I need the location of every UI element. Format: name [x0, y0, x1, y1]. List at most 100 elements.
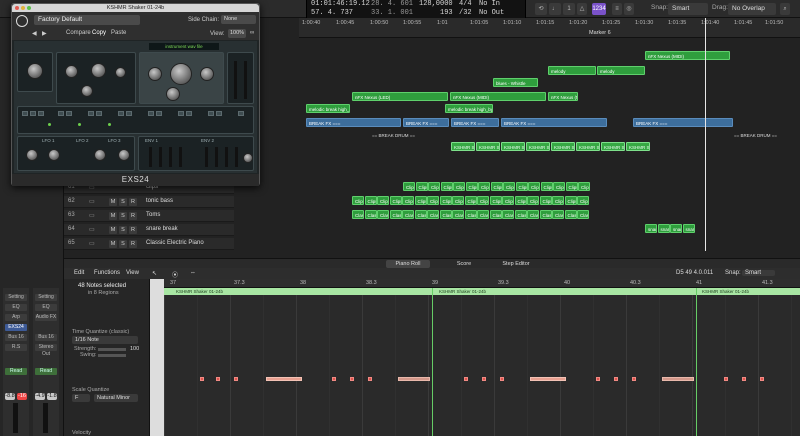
env2-sustain[interactable]: [225, 147, 228, 167]
prev-preset-icon[interactable]: ◀: [32, 30, 37, 37]
region-shaker[interactable]: KSHMR Sha: [526, 142, 550, 151]
strength-slider[interactable]: [98, 348, 126, 351]
region-clip[interactable]: Classic Ele: [502, 210, 514, 219]
strip1-send[interactable]: Bus 16: [5, 334, 27, 341]
region-clip[interactable]: Classic Ele: [464, 210, 477, 219]
region-clip[interactable]: Classic Ele: [389, 210, 402, 219]
midi-note[interactable]: [350, 377, 354, 381]
mod-slot[interactable]: [96, 111, 102, 116]
region-clip[interactable]: Classic Ele: [489, 210, 502, 219]
region-nexus-top[interactable]: nFX Nexus (MIDI): [645, 51, 730, 60]
region-break-fx[interactable]: BREAK FX ===: [403, 118, 449, 127]
region-clip[interactable]: snare: [645, 224, 657, 233]
region-clip[interactable]: Clips: [452, 196, 464, 205]
solo-button[interactable]: S: [119, 240, 127, 248]
strip1-arp[interactable]: Arp: [5, 314, 27, 321]
strip2-automation[interactable]: Read: [35, 368, 57, 375]
track-header[interactable]: 63 ▭ M S R Toms: [64, 210, 234, 222]
midi-note[interactable]: [632, 377, 636, 381]
mod-slot[interactable]: [126, 111, 132, 116]
view-menu[interactable]: View: [126, 270, 139, 276]
functions-menu[interactable]: Functions: [94, 270, 120, 276]
region-clip[interactable]: Classic Ele: [527, 210, 539, 219]
tab-step-editor[interactable]: Step Editor: [494, 260, 538, 268]
region-clip[interactable]: Classic Ele: [414, 210, 427, 219]
region-clip[interactable]: Clips: [577, 196, 589, 205]
strip1-eq[interactable]: EQ: [5, 304, 27, 311]
region-shaker[interactable]: KSHMR Sha: [451, 142, 475, 151]
midi-note[interactable]: [662, 377, 694, 381]
piano-keyboard[interactable]: [150, 279, 164, 436]
region-nexus[interactable]: nFX Nexus (LED): [352, 92, 448, 101]
record-enable-button[interactable]: R: [129, 240, 137, 248]
midi-note[interactable]: [200, 377, 204, 381]
region-clip[interactable]: Classic Ele: [577, 210, 589, 219]
instrument-screen[interactable]: instrument wav file: [149, 43, 219, 50]
region-shaker[interactable]: KSHMR Sha: [501, 142, 525, 151]
region-bar[interactable]: KSHMR Shaker 01-24b KSHMR Shaker 01-24b …: [164, 288, 800, 295]
track-header[interactable]: 65 ▭ M S R Classic Electric Piano: [64, 238, 234, 250]
mod-slot[interactable]: [156, 111, 162, 116]
env1-sustain[interactable]: [169, 147, 172, 167]
track-name[interactable]: tonic bass: [146, 198, 173, 204]
midi-note[interactable]: [398, 377, 430, 381]
region-clip[interactable]: Clips: [403, 182, 415, 191]
mod-slot[interactable]: [208, 111, 214, 116]
piano-roll-grid[interactable]: 37 37.3 38 38.3 39 39.3 40 40.3 41 41.3 …: [164, 279, 800, 436]
main-cutoff-knob[interactable]: [170, 63, 192, 85]
timeline-ruler[interactable]: 1:00:40 1:00:45 1:00:50 1:00:55 1:01 1:0…: [299, 18, 800, 38]
track-name[interactable]: snare break: [146, 226, 178, 232]
env1-decay[interactable]: [159, 147, 162, 167]
zoom-icon[interactable]: ⌕: [780, 3, 790, 15]
region-clip[interactable]: Clips: [540, 182, 553, 191]
filter-env-knob[interactable]: [148, 67, 162, 81]
strip2-setting[interactable]: Setting: [35, 294, 57, 301]
compare-button[interactable]: Compare: [66, 30, 91, 36]
badge-counter[interactable]: 1234: [592, 3, 606, 15]
region-clip[interactable]: Clips: [527, 196, 539, 205]
mute-button[interactable]: M: [109, 198, 117, 206]
exs24-plugin-window[interactable]: KSHMR Shaker 01-24b Factory Default Comp…: [11, 3, 260, 186]
editor-snap-select[interactable]: Smart: [742, 270, 776, 276]
track-name[interactable]: Classic Electric Piano: [146, 240, 204, 246]
region-shaker[interactable]: KSHMR Sha: [551, 142, 575, 151]
solo-button[interactable]: S: [119, 212, 127, 220]
view-select[interactable]: 100%: [228, 29, 246, 38]
link-icon[interactable]: ∞: [250, 30, 254, 36]
midi-note[interactable]: [500, 377, 504, 381]
midi-note[interactable]: [596, 377, 600, 381]
midi-note[interactable]: [760, 377, 764, 381]
mod-slot[interactable]: [118, 111, 124, 116]
region-clip[interactable]: Clips: [515, 182, 528, 191]
strip1-automation[interactable]: Read: [5, 368, 27, 375]
region-clip[interactable]: snare: [682, 224, 695, 233]
midi-in-icon[interactable]: ⦿: [172, 270, 178, 279]
mod-slot[interactable]: [238, 111, 244, 116]
region-nexus[interactable]: nFX Nexus (MIDI): [450, 92, 546, 101]
region-shaker[interactable]: KSHMR Sha: [576, 142, 600, 151]
region-clip[interactable]: Classic Ele: [514, 210, 527, 219]
region-clip[interactable]: Classic Ele: [377, 210, 389, 219]
resonance-knob[interactable]: [91, 63, 106, 78]
loops-icon[interactable]: ◎: [624, 3, 634, 15]
count-in-button[interactable]: 1: [563, 3, 575, 15]
region-clip[interactable]: Clips: [464, 196, 477, 205]
track-header[interactable]: 64 ▭ M S R snare break: [64, 224, 234, 236]
region-clip[interactable]: Clips: [565, 182, 578, 191]
drag-select[interactable]: No Overlap: [728, 3, 776, 15]
mod-slot[interactable]: [178, 111, 184, 116]
env2-release[interactable]: [235, 147, 238, 167]
region-clip[interactable]: Clips: [428, 182, 440, 191]
region-clip[interactable]: Clips: [465, 182, 478, 191]
lfo2-rate-knob[interactable]: [94, 149, 106, 161]
region-clip[interactable]: Clips: [415, 182, 428, 191]
region-shaker[interactable]: KSHMR Sha: [476, 142, 500, 151]
copy-button[interactable]: Copy: [92, 30, 106, 36]
pointer-tool-icon[interactable]: ↖: [152, 270, 157, 277]
tab-score[interactable]: Score: [444, 260, 484, 268]
env1-attack[interactable]: [149, 147, 152, 167]
midi-note[interactable]: [332, 377, 336, 381]
next-preset-icon[interactable]: ▶: [42, 30, 47, 37]
region-nexus[interactable]: nFX Nexus (MIDI): [548, 92, 578, 101]
region-clip[interactable]: Classic Ele: [477, 210, 489, 219]
